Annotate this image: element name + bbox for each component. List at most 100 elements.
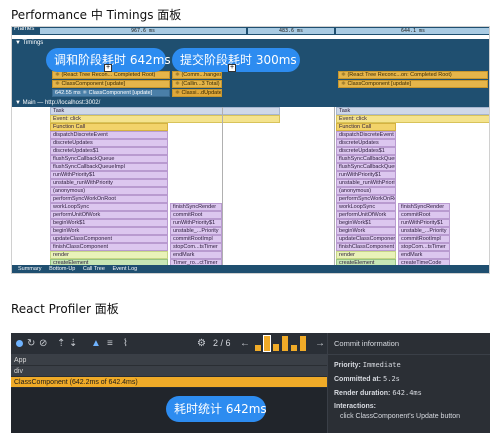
flame-entry[interactable]: flushSyncCallbackQueueImpl: [50, 163, 168, 171]
timing-bar[interactable]: ⚛ (Callin...3 Total): [172, 80, 222, 88]
flame-entry[interactable]: dispatchDiscreteEvent: [50, 131, 168, 139]
ranked-icon[interactable]: ≡: [107, 338, 113, 350]
flame-entry[interactable]: runWithPriority$1: [170, 219, 222, 227]
flame-entry[interactable]: Function Call: [336, 123, 396, 131]
flame-entry[interactable]: commitRootImpl: [398, 235, 450, 243]
flame-entry[interactable]: performUnitOfWork: [50, 211, 168, 219]
commit-bar[interactable]: [282, 336, 288, 351]
flame-entry[interactable]: beginWork: [336, 227, 396, 235]
tab-call-tree[interactable]: Call Tree: [83, 266, 105, 272]
timing-bar[interactable]: ⚛ (Comm...hanges): [172, 71, 222, 79]
flame-entry[interactable]: commitRoot: [170, 211, 222, 219]
flame-entry[interactable]: stopCom...tsTimer: [170, 243, 222, 251]
frame-box[interactable]: 483.6 ms: [248, 28, 334, 34]
next-commit-icon[interactable]: →: [315, 338, 325, 350]
reload-icon[interactable]: ↻: [27, 338, 35, 350]
flame-entry[interactable]: Task: [336, 107, 489, 115]
flame-entry[interactable]: runWithPriority$1: [336, 171, 396, 179]
settings-icon[interactable]: ⚙: [197, 338, 206, 350]
flame-entry[interactable]: stopCom...tsTimer: [398, 243, 450, 251]
tab-bottom-up[interactable]: Bottom-Up: [49, 266, 75, 272]
crosshair-icon: +: [104, 64, 112, 72]
timings-header[interactable]: ▼ Timings: [12, 39, 489, 47]
timing-bar[interactable]: ⚛ Classi...dUpdate: [172, 89, 222, 97]
timing-bar[interactable]: ⚛ ClassComponent [update]: [52, 80, 170, 88]
flame-entry[interactable]: workLoopSync: [50, 203, 168, 211]
flame-entry[interactable]: updateClassComponent: [50, 235, 168, 243]
flame-entry[interactable]: performSyncWorkOnRoot: [336, 195, 396, 203]
tree-row-div[interactable]: div: [11, 366, 327, 377]
upload-icon[interactable]: ⇡: [57, 338, 65, 350]
flame-entry[interactable]: discreteUpdates: [336, 139, 396, 147]
tab-event-log[interactable]: Event Log: [112, 266, 137, 272]
priority-line: Priority: Immediate: [328, 361, 490, 369]
record-icon[interactable]: [16, 340, 23, 347]
flame-entry[interactable]: commitRootImpl: [170, 235, 222, 243]
commit-bar[interactable]: [273, 344, 279, 351]
tree-row-classcomponent[interactable]: ClassComponent (642.2ms of 642.4ms): [11, 377, 327, 388]
commit-info-header: Commit information: [328, 333, 490, 355]
flame-entry[interactable]: render: [50, 251, 168, 259]
flame-entry[interactable]: performSyncWorkOnRoot: [50, 195, 168, 203]
flame-entry[interactable]: finishClassComponent: [50, 243, 168, 251]
committed-line: Committed at: 5.2s: [328, 375, 490, 383]
flame-entry[interactable]: unstable_runWithPriority: [336, 179, 396, 187]
timing-bar[interactable]: ⚛ ClassComponent [update]: [338, 80, 488, 88]
flame-entry[interactable]: discreteUpdates$1: [336, 147, 396, 155]
commit-bar[interactable]: [255, 345, 261, 351]
flame-entry[interactable]: flushSyncCallbackQueue: [336, 155, 396, 163]
tree-row-app[interactable]: App: [11, 355, 327, 366]
timing-bar[interactable]: ⚛ (React Tree Recon... Completed Root): [52, 71, 170, 79]
commit-bar[interactable]: [263, 335, 271, 352]
flame-entry[interactable]: (anonymous): [50, 187, 168, 195]
flame-entry[interactable]: unstable_...Priority: [398, 227, 450, 235]
timing-bar[interactable]: ⚛ (React Tree Reconc...on: Completed Roo…: [338, 71, 488, 79]
flame-entry[interactable]: Task: [50, 107, 280, 115]
frame-box[interactable]: 967.6 ms: [40, 28, 246, 34]
flame-entry[interactable]: flushSyncCallbackQueueImpl: [336, 163, 396, 171]
flame-entry[interactable]: runWithPriority$1: [398, 219, 450, 227]
interaction-item[interactable]: click ClassComponent's Update button: [328, 413, 490, 420]
commit-bar-chart[interactable]: [253, 333, 313, 355]
flame-entry[interactable]: flushSyncCallbackQueue: [50, 155, 168, 163]
render-duration-line: Render duration: 642.4ms: [328, 389, 490, 397]
flame-entry[interactable]: discreteUpdates: [50, 139, 168, 147]
flame-entry[interactable]: runWithPriority$1: [50, 171, 168, 179]
commit-information: Commit information Priority: Immediate C…: [327, 333, 490, 433]
flame-entry[interactable]: Function Call: [50, 123, 168, 131]
flame-entry[interactable]: beginWork: [50, 227, 168, 235]
flame-entry[interactable]: Event: click: [50, 115, 280, 123]
prev-commit-icon[interactable]: ←: [240, 338, 250, 350]
flame-entry[interactable]: discreteUpdates$1: [50, 147, 168, 155]
flame-entry[interactable]: endMark: [170, 251, 222, 259]
interactions-icon[interactable]: ⌇: [123, 338, 128, 350]
profiler-caption: React Profiler 面板: [11, 302, 119, 316]
flamegraph-icon[interactable]: ▲: [91, 338, 101, 350]
flame-entry[interactable]: dispatchDiscreteEvent: [336, 131, 396, 139]
flame-entry[interactable]: (anonymous): [336, 187, 396, 195]
commit-bar[interactable]: [300, 336, 306, 351]
clear-icon[interactable]: ⊘: [39, 338, 47, 350]
duration-annotation: 耗时统计 642ms: [166, 396, 267, 422]
flame-entry[interactable]: unstable_...Priority: [170, 227, 222, 235]
timing-bar[interactable]: 642.55 ms ⚛ ClassComponent [update]: [52, 89, 170, 97]
flame-entry[interactable]: beginWork$1: [336, 219, 396, 227]
flame-entry[interactable]: finishClassComponent: [336, 243, 396, 251]
flame-entry[interactable]: render: [336, 251, 396, 259]
tab-summary[interactable]: Summary: [18, 266, 42, 272]
frames-track[interactable]: Frames 967.6 ms 483.6 ms 644.1 ms: [12, 27, 489, 35]
flame-entry[interactable]: Event: click: [336, 115, 489, 123]
flame-entry[interactable]: endMark: [398, 251, 450, 259]
frame-box[interactable]: 644.1 ms: [336, 28, 489, 34]
flame-entry[interactable]: beginWork$1: [50, 219, 168, 227]
flame-entry[interactable]: workLoopSync: [336, 203, 396, 211]
flame-entry[interactable]: unstable_runWithPriority: [50, 179, 168, 187]
flame-entry[interactable]: performUnitOfWork: [336, 211, 396, 219]
commit-bar[interactable]: [291, 345, 297, 351]
flame-entry[interactable]: finishSyncRender: [398, 203, 450, 211]
flame-entry[interactable]: updateClassComponent: [336, 235, 396, 243]
flame-entry[interactable]: finishSyncRender: [170, 203, 222, 211]
download-icon[interactable]: ⇣: [69, 338, 77, 350]
flame-entry[interactable]: commitRoot: [398, 211, 450, 219]
main-thread-header[interactable]: ▼ Main — http://localhost:3002/: [12, 99, 489, 107]
